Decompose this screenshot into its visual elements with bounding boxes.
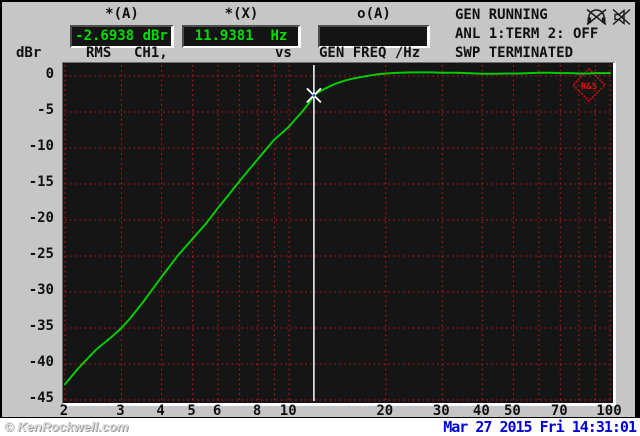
y-tick-label: -15 [28,174,54,190]
x-tick-label: 3 [116,403,125,419]
x-tick-label: 100 [596,403,622,419]
x-tick-label: 6 [212,403,222,419]
instrument-panel: *(A) -2.6938 dBr *(X) 11.9381 Hz o(A) dB… [0,0,640,419]
y-tick-label: -25 [28,246,54,262]
audio-monitor-indicators [586,8,631,26]
x-tick-label: 10 [279,403,297,419]
y-tick-label: -20 [28,210,54,226]
readout-x-header: *(X) [224,6,259,22]
y-tick-label: -5 [37,102,54,118]
readout-group-a: *(A) -2.6938 dBr [70,6,174,48]
x-source-label: GEN FREQ /Hz [319,45,421,61]
y-tick-label: 0 [45,66,54,82]
y-tick-label: -10 [28,138,54,154]
speaker-muted-icon [612,8,631,26]
x-tick-label: 2 [59,403,69,419]
readout-a-header: *(A) [105,6,139,22]
status-block: GEN RUNNING ANL 1:TERM 2: OFF SWP TERMIN… [455,7,598,64]
watermark-text: © KenRockwell.com [4,419,129,434]
x-tick-label: 50 [503,403,521,419]
datetime-text: Mar 27 2015 Fri 14:31:01 [443,418,637,436]
plot-background [63,63,613,403]
readout-group-o: o(A) [318,6,430,48]
x-tick-label: 30 [432,403,450,419]
rohde-schwarz-logo-text: R&S [581,82,597,92]
x-tick-label: 70 [550,403,568,419]
y-tick-label: -35 [28,318,54,334]
y-unit-top-label: dBr [16,45,42,61]
footer-strip: © KenRockwell.com Mar 27 2015 Fri 14:31:… [0,418,640,436]
headphones-muted-icon [586,8,607,26]
status-gen: GEN RUNNING [455,7,548,23]
trace-vs-label: vs [275,45,292,61]
y-tick-label: -30 [28,282,54,298]
y-tick-label: -40 [28,354,54,370]
trace-channel-label: CH1, [134,45,168,61]
cursor-marker-center [312,94,316,97]
trace-function-label: RMS [86,45,112,61]
readout-group-x: *(X) 11.9381 Hz [182,6,301,48]
frequency-response-plot: R&S [62,62,616,406]
analyzer-screen: *(A) -2.6938 dBr *(X) 11.9381 Hz o(A) dB… [0,0,640,436]
readout-o-header: o(A) [357,6,391,22]
x-tick-label: 20 [376,403,394,419]
status-anl: ANL 1:TERM 2: OFF [455,26,599,42]
